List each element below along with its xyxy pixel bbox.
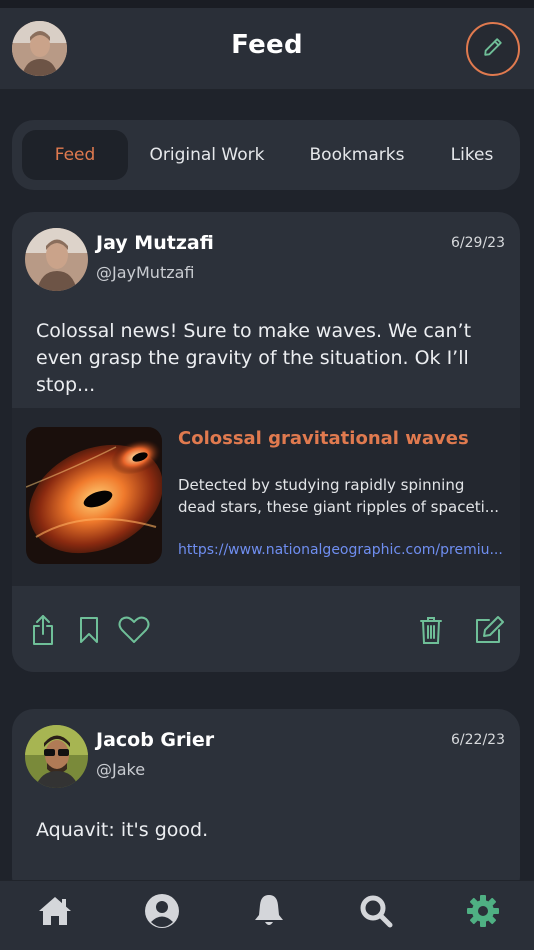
tab-feed[interactable]: Feed: [22, 130, 128, 180]
author-avatar[interactable]: [25, 725, 88, 788]
link-url[interactable]: https://www.nationalgeographic.com/premi…: [178, 542, 508, 558]
author-avatar[interactable]: [25, 228, 88, 291]
tab-bookmarks[interactable]: Bookmarks: [302, 130, 412, 180]
compose-button[interactable]: [466, 22, 520, 76]
bell-icon[interactable]: [249, 891, 289, 931]
post-text: Colossal news! Sure to make waves. We ca…: [36, 320, 472, 396]
author-handle[interactable]: @Jake: [96, 760, 145, 779]
bookmark-icon[interactable]: [74, 614, 104, 646]
link-description-line: dead stars, these giant ripples of space…: [178, 498, 500, 516]
link-title[interactable]: Colossal gravitational waves: [178, 428, 469, 449]
pencil-icon: [482, 36, 504, 62]
gear-icon[interactable]: [463, 891, 503, 931]
link-thumbnail: [26, 427, 162, 564]
post-text: Aquavit: it's good.: [36, 819, 209, 841]
link-description: Detected by studying rapidly spinning de…: [178, 474, 508, 518]
tab-original-work[interactable]: Original Work: [142, 130, 272, 180]
post-card: Jay Mutzafi @JayMutzafi 6/29/23 Colossal…: [12, 212, 520, 672]
heart-icon[interactable]: [116, 614, 152, 646]
post-date: 6/29/23: [451, 235, 505, 251]
author-name[interactable]: Jacob Grier: [96, 729, 214, 751]
share-icon[interactable]: [28, 614, 58, 646]
link-preview[interactable]: Colossal gravitational waves Detected by…: [12, 408, 520, 586]
home-icon[interactable]: [35, 891, 75, 931]
page-title: Feed: [231, 30, 303, 60]
edit-icon[interactable]: [472, 614, 506, 646]
author-name[interactable]: Jay Mutzafi: [96, 232, 214, 254]
search-icon[interactable]: [356, 891, 396, 931]
post-date: 6/22/23: [451, 732, 505, 748]
post-card: Jacob Grier @Jake 6/22/23 Aquavit: it's …: [12, 709, 520, 899]
tab-likes[interactable]: Likes: [437, 130, 507, 180]
bottom-nav: [0, 880, 534, 950]
feed-tabs: Feed Original Work Bookmarks Likes: [12, 120, 520, 190]
post-actions: [12, 586, 520, 672]
author-handle[interactable]: @JayMutzafi: [96, 263, 195, 282]
trash-icon[interactable]: [416, 614, 446, 646]
status-bar: [0, 0, 534, 8]
profile-icon[interactable]: [142, 891, 182, 931]
link-description-line: Detected by studying rapidly spinning: [178, 476, 465, 494]
app-header: Feed: [0, 8, 534, 90]
